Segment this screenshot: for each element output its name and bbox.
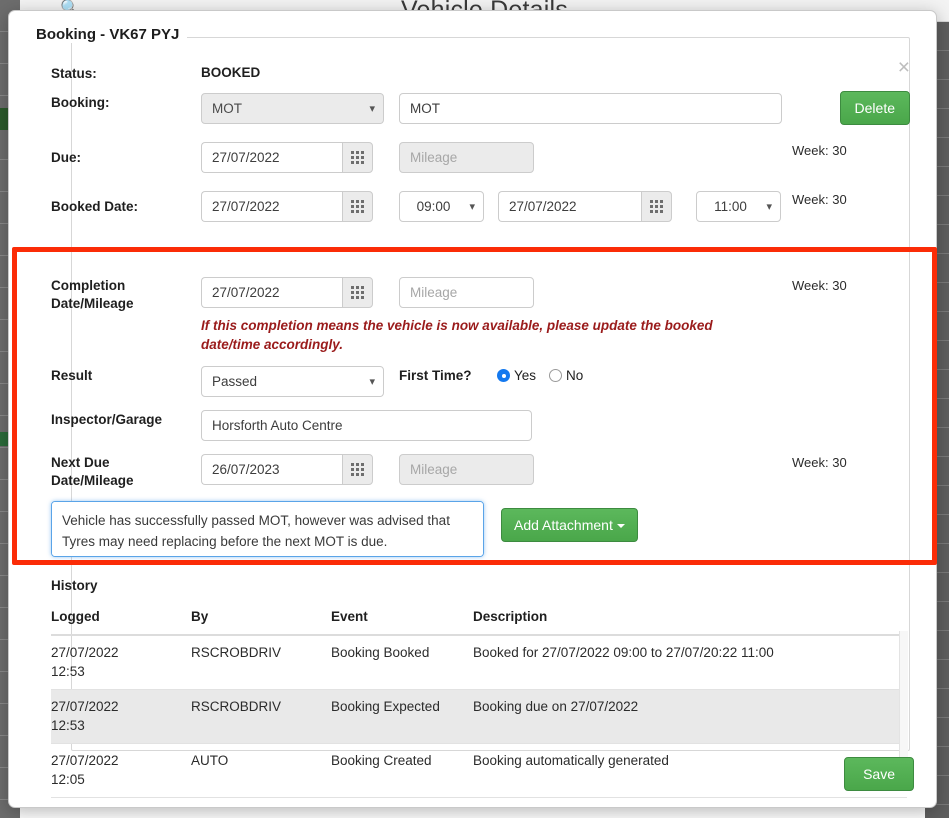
due-date-group [201,142,373,173]
history-cell-description: Booking due on 27/07/2022 [473,689,907,744]
completion-warning-text: If this completion means the vehicle is … [201,318,713,352]
history-cell-event: Booking Created [331,743,473,798]
table-row[interactable]: 27/07/2022 12:53 RSCROBDRIV Booking Expecte… [51,689,907,744]
history-cell-by: RSCROBDRIV [191,635,331,690]
next-due-mileage-input[interactable] [399,454,534,485]
booked-date-to-input[interactable] [498,191,641,222]
calendar-icon[interactable] [342,277,373,308]
completion-date-input[interactable] [201,277,342,308]
radio-selected-icon [497,369,510,382]
next-due-week-label: Week: 30 [792,455,847,470]
delete-button[interactable]: Delete [839,91,910,125]
due-label: Due: [51,150,81,165]
first-time-no-label: No [566,368,584,383]
first-time-no-radio[interactable]: No [549,368,583,383]
calendar-icon[interactable] [641,191,672,222]
booking-type-select-wrap: MOT ▾ [201,93,384,124]
history-col-description: Description [473,609,907,636]
booked-date-from-group [201,191,373,222]
history-header-row: Logged By Event Description [51,609,907,636]
completion-label-line2: Date/Mileage [51,296,134,311]
completion-mileage-input[interactable] [399,277,534,308]
inspector-input[interactable] [201,410,532,441]
history-title: History [51,578,98,593]
calendar-icon[interactable] [342,142,373,173]
result-select-wrap: Passed ▾ [201,366,384,397]
modal-legend: Booking - VK67 PYJ [32,26,188,43]
booked-date-week-label: Week: 30 [792,192,847,207]
history-cell-event: Booking Expected [331,689,473,744]
first-time-label: First Time? [399,368,472,383]
due-mileage-input[interactable] [399,142,534,173]
due-date-input[interactable] [201,142,342,173]
next-due-date-input[interactable] [201,454,342,485]
booking-type-select[interactable]: MOT [201,93,384,124]
history-scrollbar[interactable] [899,631,908,761]
history-cell-by: AUTO [191,743,331,798]
history-col-logged: Logged [51,609,191,636]
history-cell-description: Booking automatically generated [473,743,907,798]
caret-down-icon [616,524,625,529]
completion-label: Completion Date/Mileage [51,277,181,313]
history-table: Logged By Event Description 27/07/2022 12… [51,609,907,798]
calendar-icon[interactable] [342,191,373,222]
history-cell-logged: 27/07/2022 12:53 [51,689,191,744]
booked-date-label: Booked Date: [51,199,139,214]
booked-time-from-select-wrap: 09:00 ▾ [399,191,484,222]
first-time-yes-label: Yes [514,368,537,383]
booked-date-from-input[interactable] [201,191,342,222]
history-col-event: Event [331,609,473,636]
next-due-label-line2: Date/Mileage [51,473,134,488]
status-label: Status: [51,66,97,81]
calendar-icon[interactable] [342,454,373,485]
booking-label: Booking: [51,95,110,110]
result-select[interactable]: Passed [201,366,384,397]
booked-time-from-select[interactable]: 09:00 [399,191,484,222]
inspector-label: Inspector/Garage [51,412,163,427]
history-cell-logged: 27/07/2022 12:05 [51,743,191,798]
result-label: Result [51,368,93,383]
history-col-by: By [191,609,331,636]
completion-date-group [201,277,373,308]
save-button[interactable]: Save [844,757,914,791]
history-table-wrap: Logged By Event Description 27/07/2022 12… [51,609,907,798]
next-due-label: Next Due Date/Mileage [51,454,181,490]
history-cell-by: RSCROBDRIV [191,689,331,744]
booked-time-to-select-wrap: 11:00 ▾ [696,191,781,222]
next-due-label-line1: Next Due [51,455,110,470]
history-cell-logged: 27/07/2022 12:53 [51,635,191,690]
completion-week-label: Week: 30 [792,278,847,293]
status-value: BOOKED [201,65,261,80]
completion-label-line1: Completion [51,278,126,293]
next-due-date-group [201,454,373,485]
table-row[interactable]: 27/07/2022 12:05 AUTO Booking Created Bookin… [51,743,907,798]
add-attachment-button[interactable]: Add Attachment [501,508,638,542]
booking-modal: × Booking - VK67 PYJ Status: BOOKED Book… [8,10,937,808]
booking-description-input[interactable] [399,93,782,124]
history-cell-event: Booking Booked [331,635,473,690]
booked-time-to-select[interactable]: 11:00 [696,191,781,222]
add-attachment-label: Add Attachment [514,517,613,533]
due-week-label: Week: 30 [792,143,847,158]
first-time-yes-radio[interactable]: Yes [497,368,536,383]
history-cell-description: Booked for 27/07/2022 09:00 to 27/07/20:… [473,635,907,690]
notes-textarea[interactable]: Vehicle has successfully passed MOT, how… [51,501,484,557]
radio-unselected-icon [549,369,562,382]
table-row[interactable]: 27/07/2022 12:53 RSCROBDRIV Booking Booked B… [51,635,907,690]
booked-date-to-group [498,191,672,222]
